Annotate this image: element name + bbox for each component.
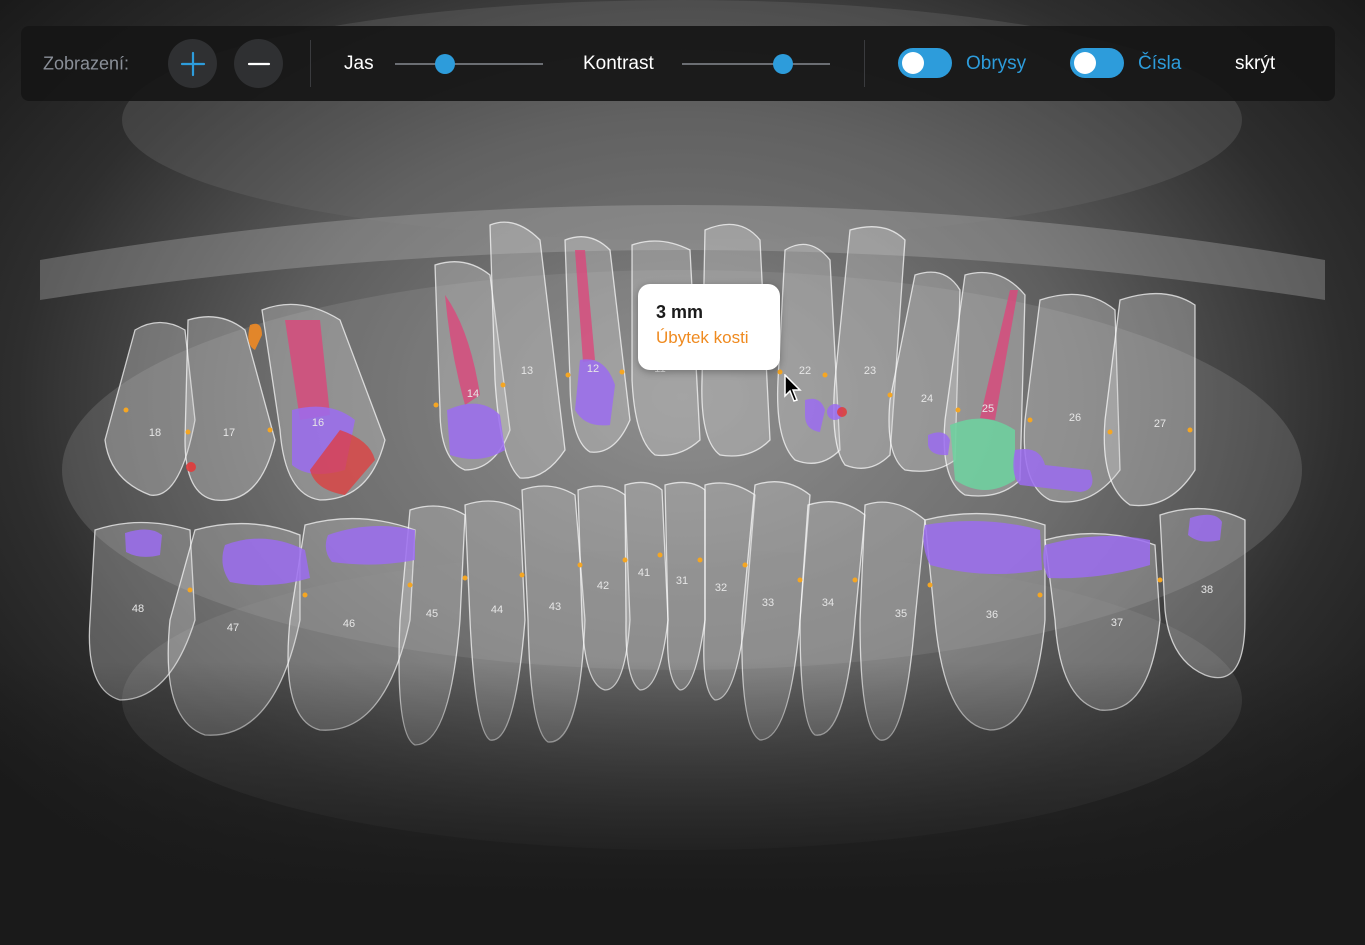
plus-icon [180, 51, 205, 76]
zoom-out-button[interactable] [234, 39, 283, 88]
contrast-knob[interactable] [772, 54, 793, 74]
brightness-track [395, 63, 543, 65]
contrast-track [682, 63, 830, 65]
minus-icon [247, 62, 270, 65]
brightness-slider[interactable] [395, 54, 543, 74]
outlines-label[interactable]: Obrysy [966, 53, 1026, 75]
panoramic-xray: 18171614131211222324252627 4847464544434… [0, 0, 1365, 945]
tooltip-value: 3 mm [656, 302, 704, 322]
zoom-in-button[interactable] [168, 39, 217, 88]
cursor-icon [784, 374, 802, 402]
outlines-toggle[interactable] [898, 48, 952, 78]
contrast-label: Kontrast [583, 52, 654, 74]
brightness-knob[interactable] [435, 54, 456, 74]
divider [310, 40, 311, 87]
tooltip-title: Úbytek kosti [656, 328, 749, 347]
divider [864, 40, 865, 87]
brightness-label: Jas [344, 52, 374, 74]
view-label: Zobrazení: [43, 53, 130, 73]
toggle-knob [902, 52, 924, 74]
measurement-tooltip: 3 mm Úbytek kosti [638, 284, 780, 370]
toggle-knob [1074, 52, 1096, 74]
contrast-slider[interactable] [682, 54, 830, 74]
numbers-toggle[interactable] [1070, 48, 1124, 78]
toolbar: Zobrazení: Jas Kontrast Obrysy Čísla skr… [21, 26, 1335, 101]
numbers-label[interactable]: Čísla [1138, 53, 1181, 75]
hide-button[interactable]: skrýt [1235, 53, 1275, 75]
